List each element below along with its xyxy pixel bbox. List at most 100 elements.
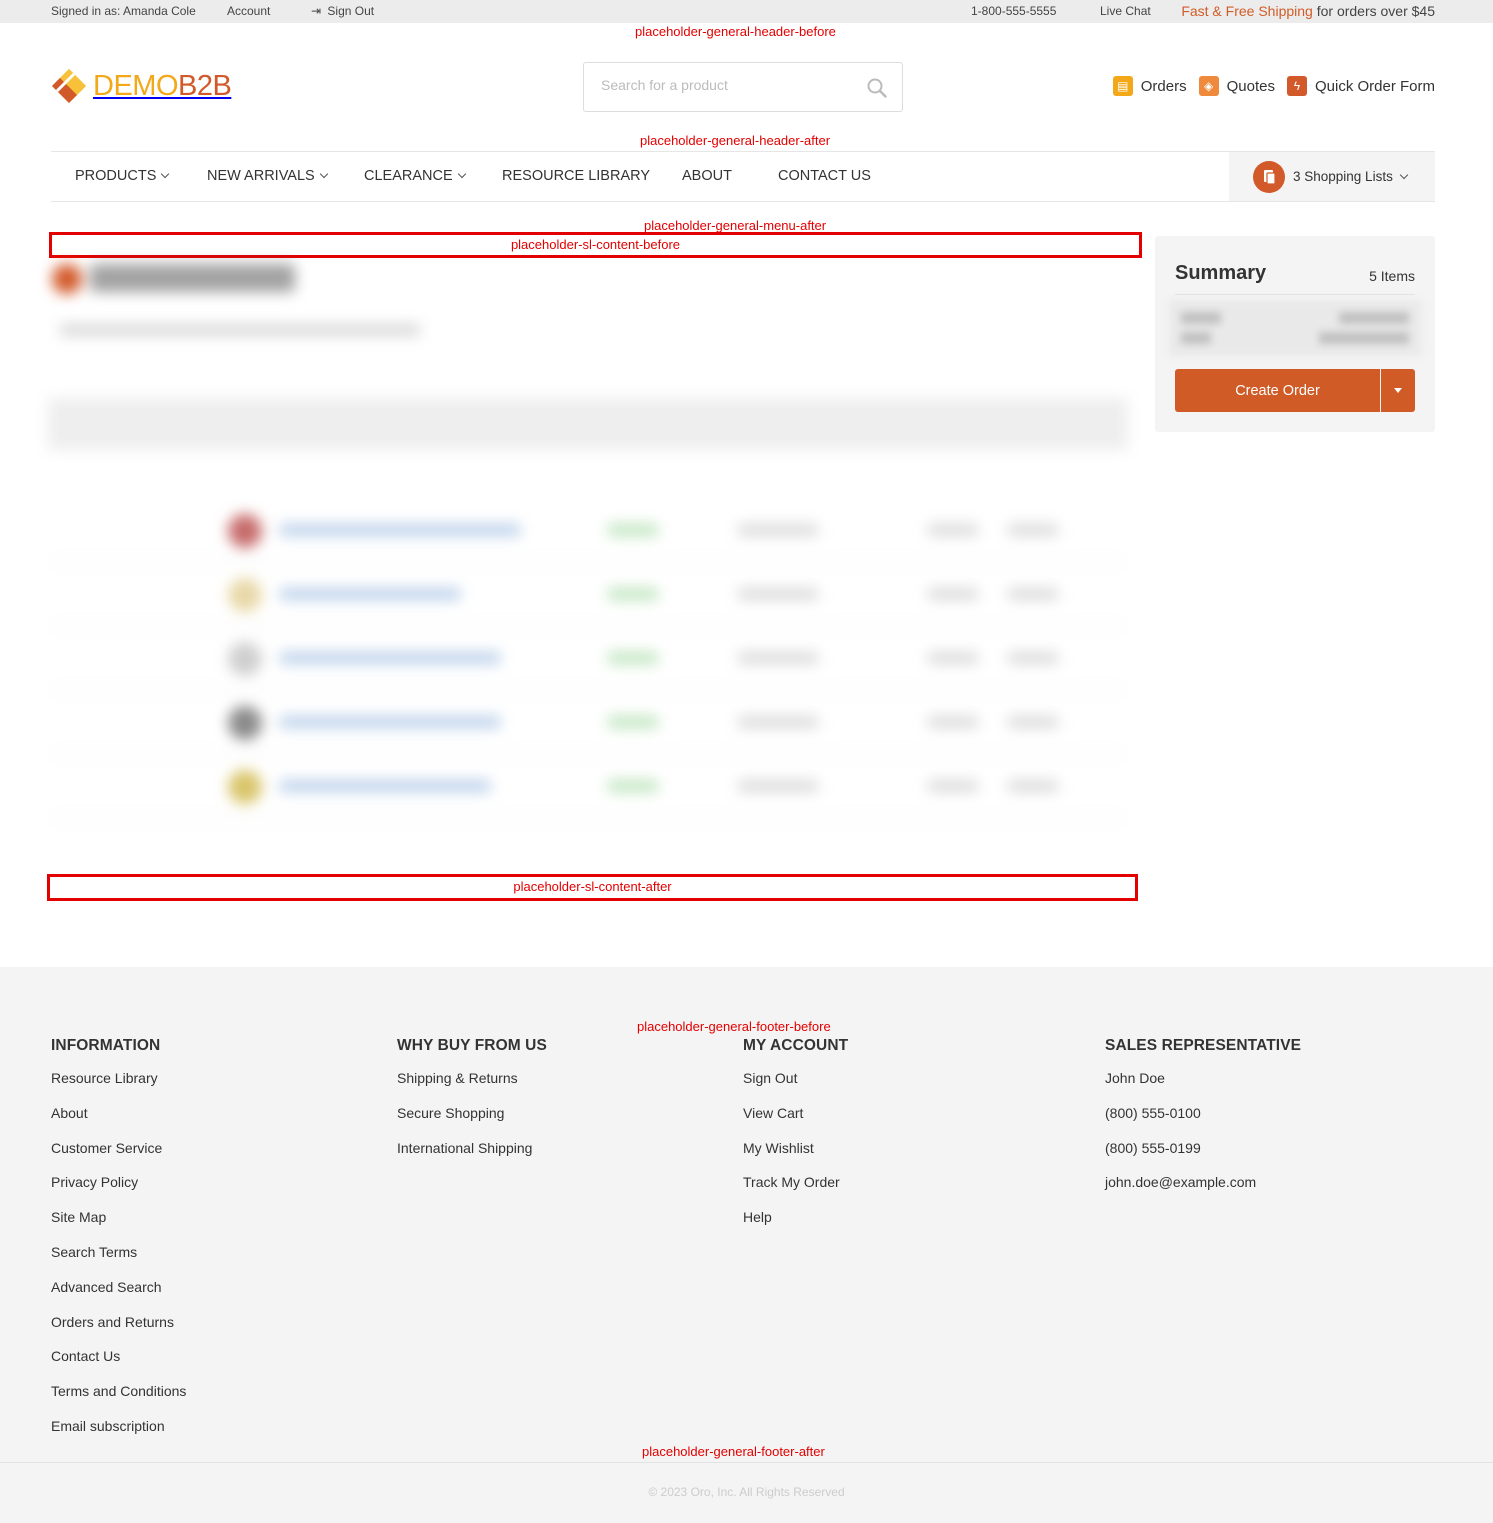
blurred-row — [48, 626, 1128, 690]
footer-link-resource-library[interactable]: Resource Library — [51, 1067, 186, 1102]
footer-link-contact-us[interactable]: Contact Us — [51, 1345, 186, 1380]
chevron-down-icon — [319, 169, 328, 179]
footer-link-about[interactable]: About — [51, 1102, 186, 1137]
signed-in-label: Signed in as: Amanda Cole — [51, 4, 196, 18]
sign-out-icon: ⇥ — [311, 4, 322, 18]
create-order-dropdown-toggle[interactable] — [1381, 369, 1415, 412]
menu-contact-us[interactable]: CONTACT US — [778, 168, 871, 184]
logo-b2b: B2B — [178, 70, 232, 102]
footer-heading: SALES REPRESENTATIVE — [1105, 1037, 1302, 1054]
logo-demo: DEMO — [93, 70, 179, 102]
menu-new-arrivals-label: NEW ARRIVALS — [207, 168, 315, 184]
footer-link-track-order[interactable]: Track My Order — [743, 1171, 848, 1206]
sales-rep-email[interactable]: john.doe@example.com — [1105, 1171, 1301, 1206]
footer-link-advanced-search[interactable]: Advanced Search — [51, 1276, 186, 1311]
blurred-row — [48, 498, 1128, 562]
blurred-grid-toolbar — [48, 398, 1128, 450]
menu-clearance-label: CLEARANCE — [364, 168, 453, 184]
logo[interactable]: DEMOB2B — [51, 68, 232, 104]
search-box — [583, 62, 903, 112]
footer-link-search-terms[interactable]: Search Terms — [51, 1241, 186, 1276]
placeholder-sl-content-before: placeholder-sl-content-before — [510, 237, 681, 252]
logo-text: DEMOB2B — [93, 68, 232, 104]
menu-products-label: PRODUCTS — [75, 168, 157, 184]
top-bar: Signed in as: Amanda Cole Account ⇥ Sign… — [0, 0, 1493, 23]
footer-heading: INFORMATION — [51, 1037, 161, 1054]
footer-link-privacy-policy[interactable]: Privacy Policy — [51, 1171, 186, 1206]
footer-sales-rep-column: SALES REPRESENTATIVE John Doe (800) 555-… — [1105, 1037, 1301, 1206]
footer-divider — [0, 1462, 1493, 1463]
sign-out-link[interactable]: ⇥ Sign Out — [311, 4, 374, 18]
menu-clearance[interactable]: CLEARANCE — [364, 168, 466, 184]
shipping-promo: Fast & Free Shipping for orders over $45 — [1181, 3, 1435, 19]
footer-link-customer-service[interactable]: Customer Service — [51, 1137, 186, 1172]
phone-link[interactable]: 1-800-555-5555 — [971, 4, 1056, 18]
footer-link-terms[interactable]: Terms and Conditions — [51, 1380, 186, 1415]
menu-products[interactable]: PRODUCTS — [75, 168, 170, 184]
placeholder-header-after: placeholder-general-header-after — [640, 133, 831, 148]
promo-text: for orders over $45 — [1312, 3, 1435, 19]
orders-icon: ▤ — [1112, 76, 1133, 96]
footer-heading: WHY BUY FROM US — [397, 1037, 547, 1054]
sales-rep-name: John Doe — [1105, 1070, 1165, 1086]
quick-order-link[interactable]: ϟ Quick Order Form — [1286, 76, 1435, 96]
placeholder-footer-before: placeholder-general-footer-before — [637, 1019, 831, 1034]
footer-link-email-subscription[interactable]: Email subscription — [51, 1415, 186, 1450]
footer-link-sign-out[interactable]: Sign Out — [743, 1067, 848, 1102]
chevron-down-icon — [457, 169, 466, 179]
sales-rep-fax[interactable]: (800) 555-0199 — [1105, 1137, 1301, 1172]
create-order-button[interactable]: Create Order — [1175, 369, 1380, 412]
menu-resource-library[interactable]: RESOURCE LIBRARY — [502, 168, 650, 184]
blurred-title — [90, 264, 295, 292]
quotes-label: Quotes — [1226, 77, 1275, 95]
shopping-lists-label: 3 Shopping Lists — [1293, 169, 1393, 184]
quotes-link[interactable]: ◈ Quotes — [1198, 76, 1275, 96]
placeholder-header-before: placeholder-general-header-before — [635, 24, 836, 39]
blurred-summary-totals — [1169, 300, 1421, 356]
placeholder-sl-content-after-box: placeholder-sl-content-after — [47, 874, 1138, 901]
footer-my-account-column: MY ACCOUNT Sign Out View Cart My Wishlis… — [743, 1037, 848, 1241]
account-link[interactable]: Account — [227, 4, 270, 18]
footer: placeholder-general-footer-before INFORM… — [0, 967, 1493, 1523]
menu-about[interactable]: ABOUT — [682, 168, 732, 184]
menu-new-arrivals[interactable]: NEW ARRIVALS — [207, 168, 328, 184]
free-shipping-link[interactable]: Fast & Free Shipping — [1181, 3, 1313, 19]
orders-link[interactable]: ▤ Orders — [1112, 76, 1187, 96]
footer-link-secure-shopping[interactable]: Secure Shopping — [397, 1102, 547, 1137]
search-icon[interactable] — [866, 77, 888, 99]
footer-heading: MY ACCOUNT — [743, 1037, 849, 1054]
footer-link-international-shipping[interactable]: International Shipping — [397, 1137, 547, 1172]
summary-title: Summary — [1175, 262, 1267, 284]
blurred-title-icon — [52, 264, 82, 294]
orders-label: Orders — [1140, 77, 1187, 95]
copyright: © 2023 Oro, Inc. All Rights Reserved — [648, 1485, 845, 1499]
search-input[interactable] — [601, 77, 851, 93]
blurred-subtitle — [60, 324, 420, 336]
lightning-icon: ϟ — [1286, 76, 1307, 96]
shopping-list-icon — [1253, 161, 1285, 193]
placeholder-footer-after: placeholder-general-footer-after — [642, 1444, 825, 1459]
blurred-row — [48, 754, 1128, 818]
chevron-down-icon — [1399, 170, 1409, 180]
footer-information-column: INFORMATION Resource Library About Custo… — [51, 1037, 186, 1450]
chevron-down-icon — [161, 169, 170, 179]
footer-link-help[interactable]: Help — [743, 1206, 848, 1241]
header-links: ▤ Orders ◈ Quotes ϟ Quick Order Form — [1112, 76, 1435, 96]
footer-link-orders-returns[interactable]: Orders and Returns — [51, 1311, 186, 1346]
blurred-shopping-list-content — [40, 258, 1140, 838]
summary-divider — [1175, 294, 1415, 295]
footer-link-my-wishlist[interactable]: My Wishlist — [743, 1137, 848, 1172]
shopping-lists-widget[interactable]: 3 Shopping Lists — [1229, 152, 1435, 201]
blurred-row — [48, 562, 1128, 626]
sales-rep-phone[interactable]: (800) 555-0100 — [1105, 1102, 1301, 1137]
blurred-row — [48, 690, 1128, 754]
footer-link-shipping-returns[interactable]: Shipping & Returns — [397, 1067, 547, 1102]
placeholder-sl-content-before-box: placeholder-sl-content-before — [49, 232, 1142, 258]
live-chat-link[interactable]: Live Chat — [1100, 4, 1151, 18]
footer-link-site-map[interactable]: Site Map — [51, 1206, 186, 1241]
main-menu: PRODUCTS NEW ARRIVALS CLEARANCE RESOURCE… — [51, 151, 1435, 202]
sign-out-label: Sign Out — [327, 4, 375, 18]
footer-why-buy-column: WHY BUY FROM US Shipping & Returns Secur… — [397, 1037, 547, 1171]
footer-link-view-cart[interactable]: View Cart — [743, 1102, 848, 1137]
summary-panel: Summary 5 Items Create Order — [1155, 236, 1435, 432]
